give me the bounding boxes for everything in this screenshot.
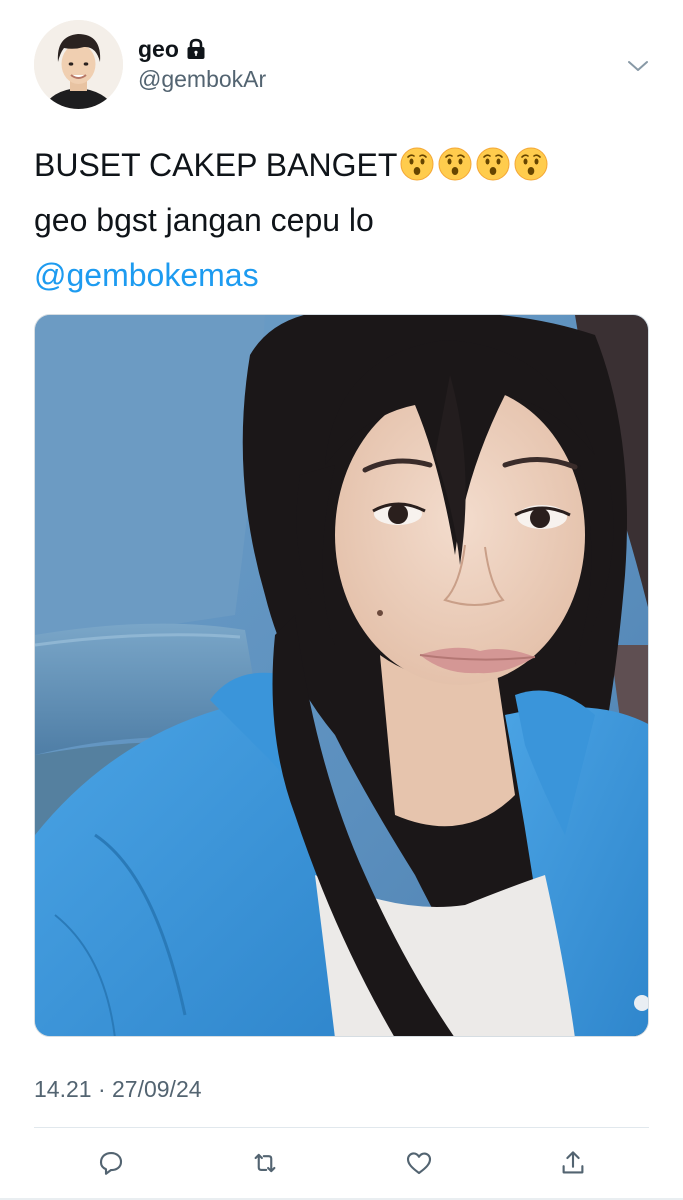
share-icon — [562, 1151, 584, 1174]
action-bar — [0, 1140, 683, 1188]
mention-link[interactable]: @gembokemas — [34, 248, 654, 303]
divider — [34, 1127, 649, 1128]
lock-icon — [186, 38, 206, 60]
hushed-face-emoji — [476, 147, 510, 181]
heart-icon — [406, 1152, 432, 1175]
handle[interactable]: @gembokAr — [138, 66, 266, 93]
display-name[interactable]: geo — [138, 36, 179, 63]
retweet-button[interactable] — [248, 1146, 282, 1180]
avatar[interactable] — [34, 20, 123, 109]
share-button[interactable] — [556, 1146, 590, 1180]
tweet-timestamp[interactable]: 14.21 · 27/09/24 — [34, 1076, 202, 1103]
tweet-text: BUSET CAKEP BANGET geo bgst jangan cepu … — [34, 138, 654, 303]
author-names: geo @gembokAr — [138, 34, 266, 93]
hushed-face-emoji — [514, 147, 548, 181]
like-button[interactable] — [402, 1146, 436, 1180]
chevron-down-icon[interactable] — [626, 54, 650, 78]
tweet-line-1-text: BUSET CAKEP BANGET — [34, 147, 398, 183]
tweet-line-1: BUSET CAKEP BANGET — [34, 138, 654, 193]
tweet-line-2: geo bgst jangan cepu lo — [34, 202, 374, 238]
emoji-group — [399, 146, 551, 182]
retweet-icon — [254, 1153, 276, 1173]
hushed-face-emoji — [400, 147, 434, 181]
hushed-face-emoji — [438, 147, 472, 181]
display-name-row: geo — [138, 34, 266, 64]
reply-button[interactable] — [94, 1146, 128, 1180]
tweet-photo[interactable] — [34, 314, 649, 1037]
tweet-header: geo @gembokAr — [34, 20, 658, 110]
reply-icon — [99, 1151, 123, 1175]
